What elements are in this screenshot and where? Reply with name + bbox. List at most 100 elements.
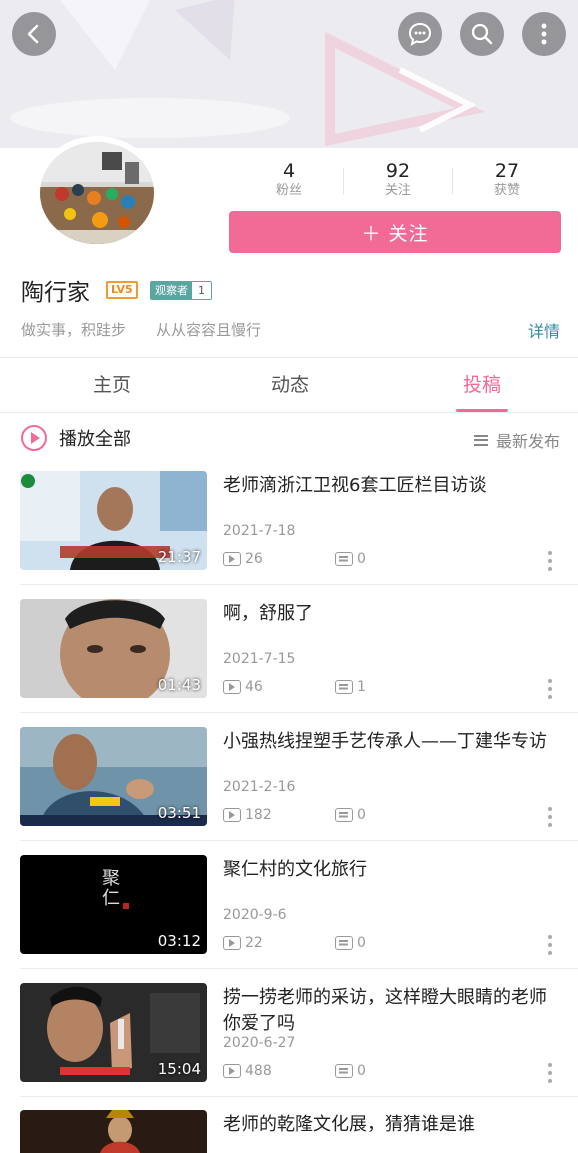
video-thumbnail[interactable]: 21:37 <box>20 471 207 570</box>
sort-button[interactable]: 最新发布 <box>473 428 560 452</box>
list-item[interactable]: 15:04 捞一捞老师的采访，这样瞪大眼睛的老师你爱了吗 2020-6-27 4… <box>0 983 578 1111</box>
play-count: 26 <box>223 551 263 567</box>
stat-value: 27 <box>494 160 520 182</box>
thumbnail-seal <box>123 903 129 909</box>
more-vertical-icon <box>541 23 547 45</box>
stat-value: 4 <box>282 160 296 182</box>
message-icon <box>408 22 432 46</box>
play-circle-icon <box>21 425 47 451</box>
divider <box>20 840 578 841</box>
list-item[interactable]: 03:51 小强热线捏塑手艺传承人——丁建华专访 2021-2-16 182 0 <box>0 727 578 855</box>
chevron-left-icon <box>27 24 39 44</box>
more-options-button[interactable] <box>548 807 552 829</box>
play-icon <box>223 808 241 822</box>
video-title[interactable]: 捞一捞老师的采访，这样瞪大眼睛的老师你爱了吗 <box>223 985 563 1037</box>
divider <box>20 1096 578 1097</box>
video-thumbnail[interactable]: 03:51 <box>20 727 207 826</box>
user-bio: 做实事，积跬步 从从容容且慢行 <box>21 321 262 339</box>
search-button[interactable] <box>460 12 504 56</box>
role-badge-label: 观察者 <box>151 282 192 299</box>
stat-label: 关注 <box>384 183 411 198</box>
comment-count-value: 1 <box>357 679 366 695</box>
video-thumbnail[interactable]: 01:43 <box>20 599 207 698</box>
detail-link[interactable]: 详情 <box>528 318 560 342</box>
comment-count: 0 <box>335 551 366 567</box>
divider <box>20 968 578 969</box>
avatar[interactable] <box>34 136 160 250</box>
more-options-button[interactable] <box>548 679 552 701</box>
stat-followers[interactable]: 4 粉丝 <box>234 160 344 200</box>
video-thumbnail[interactable]: 15:04 <box>20 983 207 1082</box>
comment-icon <box>335 808 353 822</box>
divider <box>20 712 578 713</box>
divider <box>0 412 578 413</box>
stat-value: 92 <box>385 160 411 182</box>
video-date: 2021-7-15 <box>223 651 296 667</box>
level-badge: LV5 <box>106 281 138 299</box>
video-duration: 03:12 <box>157 932 201 950</box>
comment-icon <box>335 680 353 694</box>
role-badge[interactable]: 观察者 1 <box>150 281 212 300</box>
comment-icon <box>335 1064 353 1078</box>
video-title[interactable]: 老师的乾隆文化展，猜猜谁是谁 <box>223 1112 563 1138</box>
comment-count-value: 0 <box>357 935 366 951</box>
play-count: 488 <box>223 1063 272 1079</box>
more-options-button[interactable] <box>548 551 552 573</box>
comment-count: 0 <box>335 1063 366 1079</box>
play-icon <box>223 552 241 566</box>
video-title[interactable]: 老师滴浙江卫视6套工匠栏目访谈 <box>223 473 563 499</box>
list-item[interactable]: 老师的乾隆文化展，猜猜谁是谁 <box>0 1110 578 1153</box>
play-icon <box>223 936 241 950</box>
play-count: 46 <box>223 679 263 695</box>
play-all-button[interactable]: 播放全部 <box>21 425 131 451</box>
tab-uploads[interactable]: 投稿 <box>422 370 542 397</box>
video-title[interactable]: 小强热线捏塑手艺传承人——丁建华专访 <box>223 729 563 755</box>
user-name: 陶行家 <box>21 280 90 306</box>
video-date: 2021-2-16 <box>223 779 296 795</box>
play-count: 22 <box>223 935 263 951</box>
stat-following[interactable]: 92 关注 <box>343 160 453 200</box>
message-button[interactable] <box>398 12 442 56</box>
tab-home[interactable]: 主页 <box>52 370 172 397</box>
list-sort-icon <box>473 434 488 446</box>
video-title[interactable]: 啊，舒服了 <box>223 601 563 627</box>
play-count-value: 182 <box>245 807 272 823</box>
more-options-button[interactable] <box>548 935 552 957</box>
divider <box>0 357 578 358</box>
video-title[interactable]: 聚仁村的文化旅行 <box>223 857 563 883</box>
stat-label: 获赞 <box>493 183 520 198</box>
play-icon <box>223 680 241 694</box>
thumbnail-text: 聚仁 <box>102 868 120 909</box>
video-duration: 01:43 <box>157 676 201 694</box>
follow-button[interactable]: ＋ 关注 <box>229 211 561 253</box>
back-button[interactable] <box>12 12 56 56</box>
video-duration: 03:51 <box>157 804 201 822</box>
play-all-label: 播放全部 <box>59 429 131 450</box>
profile-banner <box>0 0 578 148</box>
comment-count: 0 <box>335 807 366 823</box>
list-item[interactable]: 21:37 老师滴浙江卫视6套工匠栏目访谈 2021-7-18 26 0 <box>0 471 578 599</box>
video-date: 2021-7-18 <box>223 523 296 539</box>
video-date: 2020-9-6 <box>223 907 287 923</box>
video-date: 2020-6-27 <box>223 1035 296 1051</box>
video-duration: 21:37 <box>157 548 201 566</box>
tab-activity[interactable]: 动态 <box>230 370 350 397</box>
list-item[interactable]: 01:43 啊，舒服了 2021-7-15 46 1 <box>0 599 578 727</box>
comment-count-value: 0 <box>357 1063 366 1079</box>
more-button[interactable] <box>522 12 566 56</box>
play-count-value: 488 <box>245 1063 272 1079</box>
stat-label: 粉丝 <box>275 183 302 198</box>
more-options-button[interactable] <box>548 1063 552 1085</box>
comment-count: 1 <box>335 679 366 695</box>
comment-count-value: 0 <box>357 807 366 823</box>
avatar-image <box>40 142 154 244</box>
comment-count: 0 <box>335 935 366 951</box>
play-icon <box>223 1064 241 1078</box>
video-thumbnail[interactable]: 聚仁 03:12 <box>20 855 207 954</box>
list-item[interactable]: 聚仁 03:12 聚仁村的文化旅行 2020-9-6 22 0 <box>0 855 578 983</box>
video-thumbnail[interactable] <box>20 1110 207 1153</box>
play-count-value: 26 <box>245 551 263 567</box>
sort-label: 最新发布 <box>495 432 560 451</box>
video-duration: 15:04 <box>157 1060 201 1078</box>
stat-likes[interactable]: 27 获赞 <box>452 160 562 200</box>
